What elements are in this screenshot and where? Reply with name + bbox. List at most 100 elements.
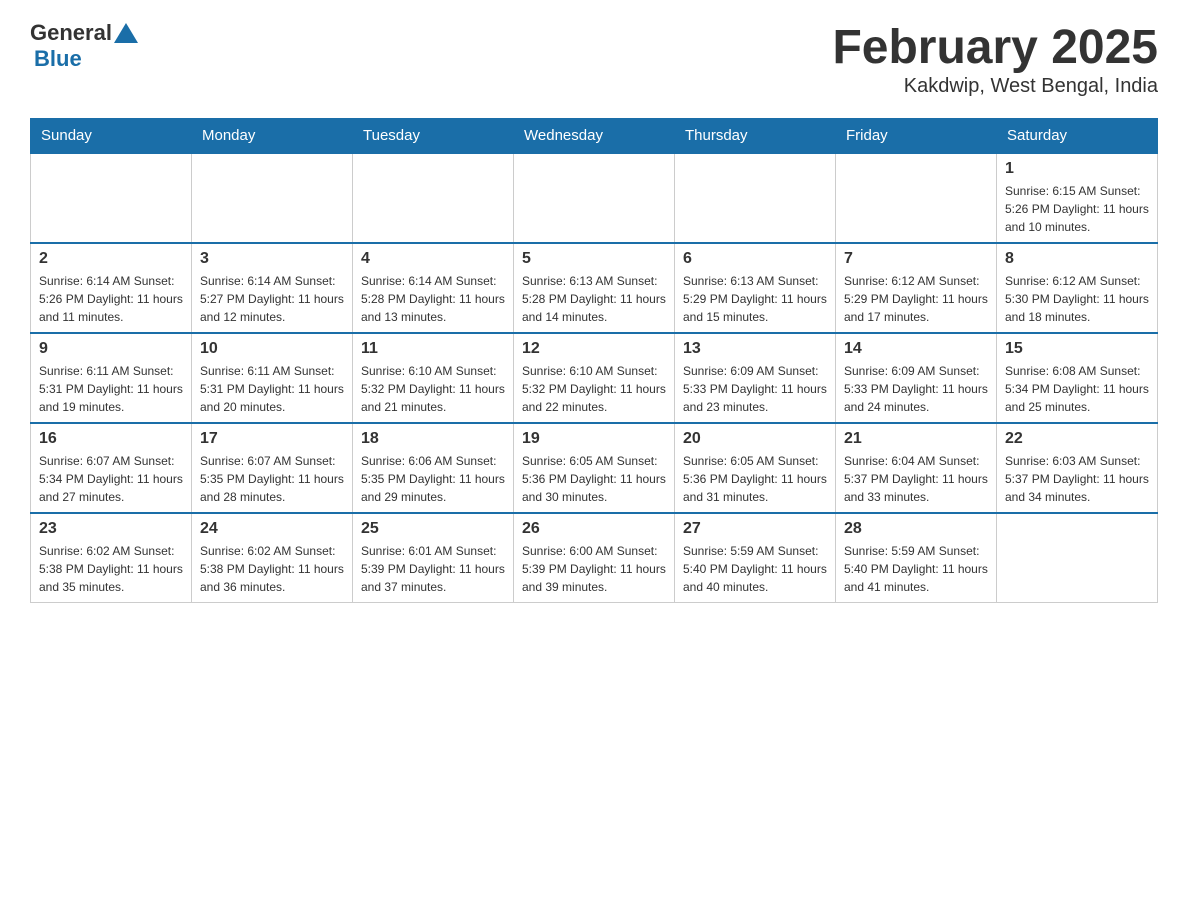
day-info: Sunrise: 6:01 AM Sunset: 5:39 PM Dayligh… [361,542,505,596]
day-info: Sunrise: 6:02 AM Sunset: 5:38 PM Dayligh… [39,542,183,596]
calendar-cell [675,153,836,243]
day-info: Sunrise: 6:12 AM Sunset: 5:29 PM Dayligh… [844,272,988,326]
weekday-header-thursday: Thursday [675,119,836,154]
calendar-cell: 27 Sunrise: 5:59 AM Sunset: 5:40 PM Dayli… [675,513,836,603]
day-info: Sunrise: 6:09 AM Sunset: 5:33 PM Dayligh… [683,362,827,416]
day-number: 22 [1005,430,1149,448]
day-info: Sunrise: 6:04 AM Sunset: 5:37 PM Dayligh… [844,452,988,506]
weekday-header-friday: Friday [836,119,997,154]
title-block: February 2025 Kakdwip, West Bengal, Indi… [832,20,1158,98]
day-info: Sunrise: 6:11 AM Sunset: 5:31 PM Dayligh… [200,362,344,416]
calendar-cell: 14 Sunrise: 6:09 AM Sunset: 5:33 PM Dayli… [836,333,997,423]
day-number: 21 [844,430,988,448]
calendar-week-row: 9 Sunrise: 6:11 AM Sunset: 5:31 PM Daylig… [31,333,1158,423]
calendar-table: SundayMondayTuesdayWednesdayThursdayFrid… [30,118,1158,603]
calendar-cell: 24 Sunrise: 6:02 AM Sunset: 5:38 PM Dayli… [192,513,353,603]
day-number: 10 [200,340,344,358]
calendar-cell: 6 Sunrise: 6:13 AM Sunset: 5:29 PM Daylig… [675,243,836,333]
day-number: 9 [39,340,183,358]
day-info: Sunrise: 5:59 AM Sunset: 5:40 PM Dayligh… [844,542,988,596]
day-number: 26 [522,520,666,538]
weekday-header-monday: Monday [192,119,353,154]
day-number: 27 [683,520,827,538]
day-number: 24 [200,520,344,538]
day-number: 5 [522,250,666,268]
day-number: 28 [844,520,988,538]
calendar-cell: 17 Sunrise: 6:07 AM Sunset: 5:35 PM Dayli… [192,423,353,513]
day-number: 15 [1005,340,1149,358]
calendar-cell [514,153,675,243]
calendar-cell: 10 Sunrise: 6:11 AM Sunset: 5:31 PM Dayli… [192,333,353,423]
calendar-cell: 9 Sunrise: 6:11 AM Sunset: 5:31 PM Daylig… [31,333,192,423]
calendar-cell: 23 Sunrise: 6:02 AM Sunset: 5:38 PM Dayli… [31,513,192,603]
day-info: Sunrise: 6:10 AM Sunset: 5:32 PM Dayligh… [522,362,666,416]
day-number: 2 [39,250,183,268]
calendar-cell: 3 Sunrise: 6:14 AM Sunset: 5:27 PM Daylig… [192,243,353,333]
page-header: General Blue February 2025 Kakdwip, West… [30,20,1158,98]
calendar-cell: 8 Sunrise: 6:12 AM Sunset: 5:30 PM Daylig… [997,243,1158,333]
day-info: Sunrise: 6:06 AM Sunset: 5:35 PM Dayligh… [361,452,505,506]
weekday-header-row: SundayMondayTuesdayWednesdayThursdayFrid… [31,119,1158,154]
calendar-cell: 20 Sunrise: 6:05 AM Sunset: 5:36 PM Dayli… [675,423,836,513]
day-number: 16 [39,430,183,448]
day-info: Sunrise: 6:11 AM Sunset: 5:31 PM Dayligh… [39,362,183,416]
day-info: Sunrise: 6:07 AM Sunset: 5:35 PM Dayligh… [200,452,344,506]
calendar-cell: 28 Sunrise: 5:59 AM Sunset: 5:40 PM Dayli… [836,513,997,603]
day-info: Sunrise: 6:05 AM Sunset: 5:36 PM Dayligh… [522,452,666,506]
logo-blue-text: Blue [34,46,82,72]
day-info: Sunrise: 6:03 AM Sunset: 5:37 PM Dayligh… [1005,452,1149,506]
day-number: 8 [1005,250,1149,268]
calendar-cell: 7 Sunrise: 6:12 AM Sunset: 5:29 PM Daylig… [836,243,997,333]
day-number: 3 [200,250,344,268]
calendar-cell [836,153,997,243]
calendar-cell: 25Sunrise: 6:01 AM Sunset: 5:39 PM Dayli… [353,513,514,603]
day-number: 12 [522,340,666,358]
day-info: Sunrise: 6:13 AM Sunset: 5:29 PM Dayligh… [683,272,827,326]
day-number: 19 [522,430,666,448]
weekday-header-wednesday: Wednesday [514,119,675,154]
day-info: Sunrise: 6:09 AM Sunset: 5:33 PM Dayligh… [844,362,988,416]
logo-triangle-icon [114,23,138,43]
day-number: 14 [844,340,988,358]
calendar-week-row: 2 Sunrise: 6:14 AM Sunset: 5:26 PM Daylig… [31,243,1158,333]
day-info: Sunrise: 5:59 AM Sunset: 5:40 PM Dayligh… [683,542,827,596]
day-info: Sunrise: 6:14 AM Sunset: 5:26 PM Dayligh… [39,272,183,326]
calendar-cell [31,153,192,243]
day-info: Sunrise: 6:00 AM Sunset: 5:39 PM Dayligh… [522,542,666,596]
day-info: Sunrise: 6:07 AM Sunset: 5:34 PM Dayligh… [39,452,183,506]
calendar-cell: 26 Sunrise: 6:00 AM Sunset: 5:39 PM Dayli… [514,513,675,603]
weekday-header-saturday: Saturday [997,119,1158,154]
day-info: Sunrise: 6:08 AM Sunset: 5:34 PM Dayligh… [1005,362,1149,416]
weekday-header-tuesday: Tuesday [353,119,514,154]
weekday-header-sunday: Sunday [31,119,192,154]
day-number: 1 [1005,160,1149,178]
day-number: 20 [683,430,827,448]
day-number: 17 [200,430,344,448]
day-number: 18 [361,430,505,448]
day-number: 23 [39,520,183,538]
calendar-cell: 22 Sunrise: 6:03 AM Sunset: 5:37 PM Dayli… [997,423,1158,513]
calendar-cell: 18 Sunrise: 6:06 AM Sunset: 5:35 PM Dayli… [353,423,514,513]
day-number: 7 [844,250,988,268]
calendar-title: February 2025 [832,20,1158,75]
calendar-cell [997,513,1158,603]
day-number: 4 [361,250,505,268]
day-info: Sunrise: 6:14 AM Sunset: 5:28 PM Dayligh… [361,272,505,326]
calendar-cell: 12 Sunrise: 6:10 AM Sunset: 5:32 PM Dayli… [514,333,675,423]
day-info: Sunrise: 6:13 AM Sunset: 5:28 PM Dayligh… [522,272,666,326]
calendar-cell: 16 Sunrise: 6:07 AM Sunset: 5:34 PM Dayli… [31,423,192,513]
calendar-cell: 11Sunrise: 6:10 AM Sunset: 5:32 PM Dayli… [353,333,514,423]
day-info: Sunrise: 6:12 AM Sunset: 5:30 PM Dayligh… [1005,272,1149,326]
day-number: 6 [683,250,827,268]
calendar-week-row: 1 Sunrise: 6:15 AM Sunset: 5:26 PM Daylig… [31,153,1158,243]
logo: General Blue [30,20,140,72]
day-info: Sunrise: 6:14 AM Sunset: 5:27 PM Dayligh… [200,272,344,326]
day-info: Sunrise: 6:02 AM Sunset: 5:38 PM Dayligh… [200,542,344,596]
calendar-cell [353,153,514,243]
calendar-cell: 5 Sunrise: 6:13 AM Sunset: 5:28 PM Daylig… [514,243,675,333]
calendar-cell: 4 Sunrise: 6:14 AM Sunset: 5:28 PM Daylig… [353,243,514,333]
day-info: Sunrise: 6:05 AM Sunset: 5:36 PM Dayligh… [683,452,827,506]
calendar-cell: 21 Sunrise: 6:04 AM Sunset: 5:37 PM Dayli… [836,423,997,513]
calendar-cell: 19 Sunrise: 6:05 AM Sunset: 5:36 PM Dayli… [514,423,675,513]
day-info: Sunrise: 6:15 AM Sunset: 5:26 PM Dayligh… [1005,182,1149,236]
